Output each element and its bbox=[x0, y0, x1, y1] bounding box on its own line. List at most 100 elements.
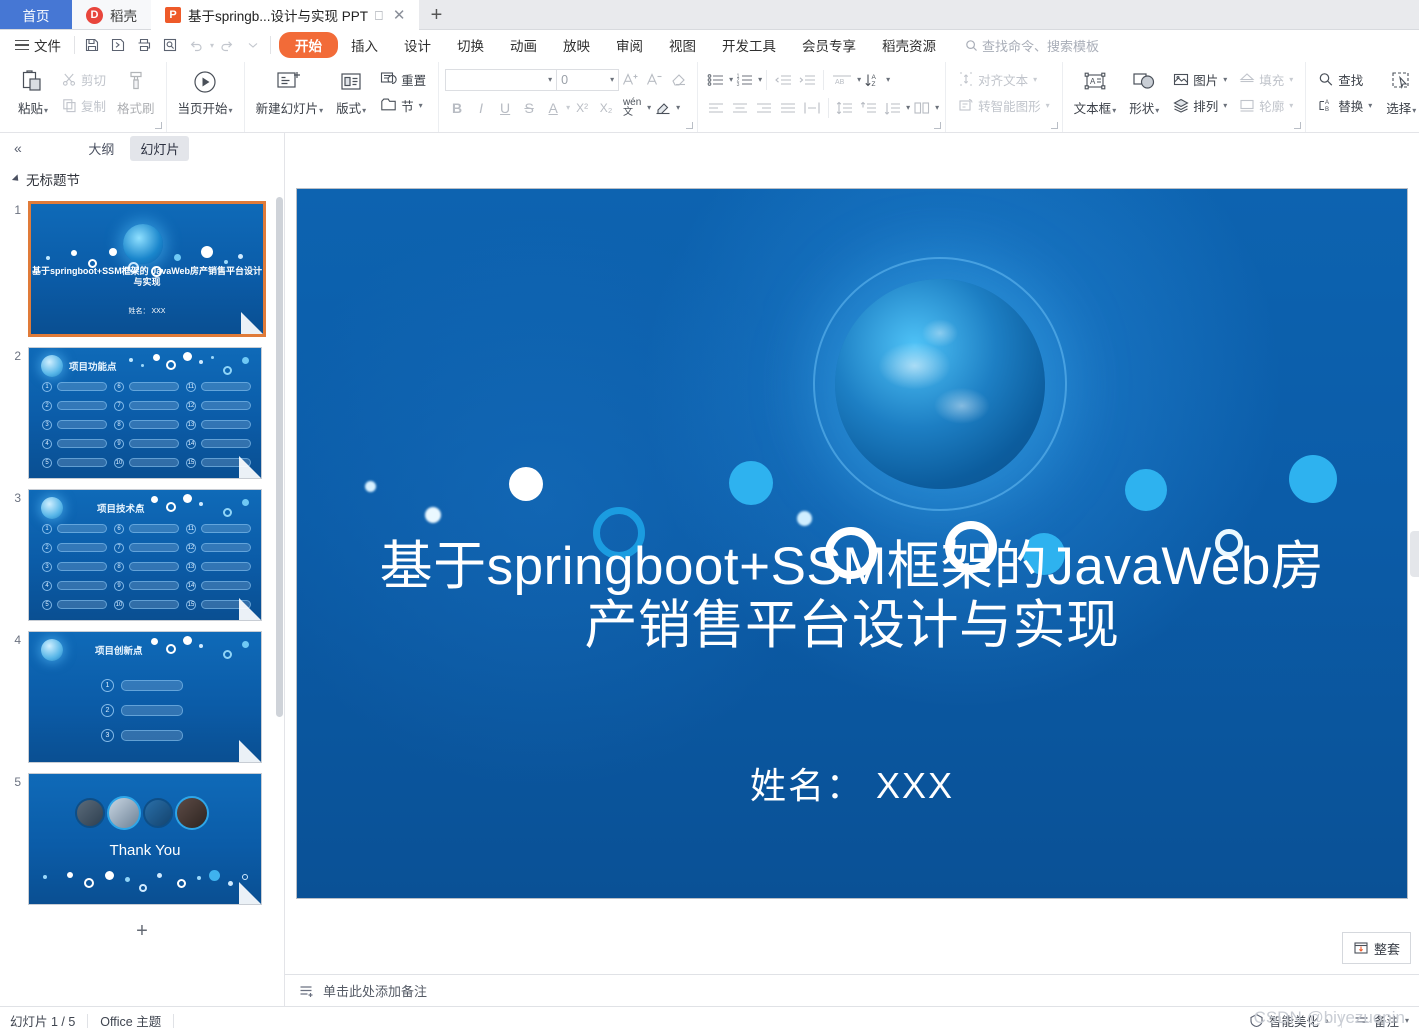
space-after-button[interactable] bbox=[881, 96, 905, 120]
tab-outline[interactable]: 大纲 bbox=[78, 136, 124, 161]
tab-home[interactable]: 首页 bbox=[0, 0, 72, 30]
ribbon-tab-review[interactable]: 审阅 bbox=[603, 32, 656, 58]
notes-bar[interactable]: 单击此处添加备注 bbox=[285, 974, 1419, 1006]
replace-button[interactable]: A B 替换 ▾ bbox=[1312, 92, 1378, 118]
justify-button[interactable] bbox=[776, 96, 800, 120]
increase-indent-button[interactable] bbox=[795, 68, 819, 92]
fill-button[interactable]: 填充 ▾ bbox=[1233, 66, 1299, 92]
increase-font-size-button[interactable] bbox=[619, 68, 643, 92]
clipboard-dialog-launcher[interactable] bbox=[154, 122, 162, 129]
find-button[interactable]: 查找 bbox=[1312, 66, 1378, 92]
textalign-dialog-launcher[interactable] bbox=[1050, 122, 1058, 129]
tab-document[interactable]: P 基于springb...设计与实现 PPT ⎕ ✕ bbox=[151, 0, 420, 30]
ribbon-tab-member[interactable]: 会员专享 bbox=[789, 32, 869, 58]
italic-button[interactable]: I bbox=[469, 96, 493, 120]
select-button[interactable]: 选择▾ bbox=[1378, 64, 1419, 120]
slide-thumbnail-5[interactable]: 5 Thank You bbox=[0, 769, 284, 911]
font-family-select[interactable]: ▾ bbox=[445, 68, 558, 91]
align-text-button[interactable]: 对齐文本 ▾ bbox=[952, 66, 1056, 92]
textbox-button[interactable]: A 文本框▾ bbox=[1069, 64, 1122, 120]
columns-dropdown-icon[interactable]: ▾ bbox=[935, 103, 939, 112]
collapse-panel-button[interactable]: « bbox=[8, 140, 28, 156]
superscript-button[interactable]: X² bbox=[570, 96, 594, 120]
section-header[interactable]: 无标题节 bbox=[0, 163, 284, 195]
right-panel-handle[interactable] bbox=[1410, 530, 1419, 577]
line-spacing-button[interactable] bbox=[833, 96, 857, 120]
slide-counter[interactable]: 幻灯片 1 / 5 bbox=[10, 1011, 75, 1030]
panel-scrollbar[interactable] bbox=[276, 197, 283, 717]
paragraph-dialog-launcher[interactable] bbox=[934, 122, 942, 129]
beautify-button[interactable]: 智能美化 ▴ bbox=[1249, 1011, 1329, 1030]
clear-format-button[interactable] bbox=[667, 68, 691, 92]
reset-button[interactable]: 重置 bbox=[374, 66, 432, 92]
font-color-button[interactable]: A bbox=[541, 96, 565, 120]
decrease-font-size-button[interactable] bbox=[643, 68, 667, 92]
paste-button[interactable]: 粘贴▾ bbox=[10, 64, 56, 120]
file-menu-button[interactable]: 文件 bbox=[6, 35, 70, 55]
underline-button[interactable]: U bbox=[493, 96, 517, 120]
notes-toggle-button[interactable]: 备注 ▾ bbox=[1354, 1011, 1409, 1030]
font-size-select[interactable]: 0 ▾ bbox=[557, 68, 620, 91]
save-as-icon[interactable] bbox=[105, 33, 131, 57]
start-from-current-button[interactable]: 当页开始▾ bbox=[173, 64, 238, 120]
tab-slides[interactable]: 幻灯片 bbox=[130, 135, 190, 161]
text-direction-button[interactable]: AB bbox=[828, 68, 856, 92]
layout-button[interactable]: 版式▾ bbox=[328, 64, 374, 120]
print-preview-icon[interactable] bbox=[157, 33, 183, 57]
chevron-down-icon[interactable]: ▾ bbox=[1405, 1016, 1409, 1025]
undo-icon[interactable] bbox=[183, 33, 209, 57]
pinyin-guide-button[interactable]: wén 文 bbox=[618, 96, 646, 120]
slide-thumbnail-1[interactable]: 1 基于springboot+SSM框架的 JavaWeb房产销售平台设计与实现… bbox=[0, 197, 284, 343]
space-before-button[interactable] bbox=[857, 96, 881, 120]
sort-dropdown-icon[interactable]: ▾ bbox=[886, 75, 890, 84]
tab-close-icon[interactable]: ✕ bbox=[393, 8, 406, 23]
zhengtao-button[interactable]: 整套 bbox=[1341, 932, 1411, 964]
strikethrough-button[interactable]: S bbox=[517, 96, 541, 120]
bullets-button[interactable] bbox=[704, 68, 728, 92]
cut-button[interactable]: 剪切 bbox=[56, 66, 112, 92]
subscript-button[interactable]: X₂ bbox=[594, 96, 618, 120]
ribbon-tab-developer[interactable]: 开发工具 bbox=[709, 32, 789, 58]
ribbon-tab-animation[interactable]: 动画 bbox=[497, 32, 550, 58]
theme-name[interactable]: Office 主题 bbox=[100, 1011, 161, 1030]
decrease-indent-button[interactable] bbox=[771, 68, 795, 92]
highlight-dropdown-icon[interactable]: ▾ bbox=[676, 103, 680, 112]
arrange-button[interactable]: 排列 ▾ bbox=[1167, 92, 1233, 118]
ribbon-tab-insert[interactable]: 插入 bbox=[338, 32, 391, 58]
command-search[interactable]: 查找命令、搜索模板 bbox=[965, 36, 1099, 55]
slide-thumbnail-2[interactable]: 2 项目功能点 1 2 3 4 5 6 7 8 9 10 11 12 13 14… bbox=[0, 343, 284, 485]
customize-qat-icon[interactable] bbox=[240, 33, 266, 57]
highlight-button[interactable] bbox=[651, 96, 675, 120]
slide-thumbnails[interactable]: 1 基于springboot+SSM框架的 JavaWeb房产销售平台设计与实现… bbox=[0, 195, 284, 1006]
new-tab-button[interactable]: + bbox=[419, 0, 453, 30]
ribbon-tab-slideshow[interactable]: 放映 bbox=[550, 32, 603, 58]
tab-daoke[interactable]: D 稻壳 bbox=[72, 0, 151, 30]
tab-presentation-mode-icon[interactable]: ⎕ bbox=[375, 9, 383, 22]
ribbon-tab-transition[interactable]: 切换 bbox=[444, 32, 497, 58]
redo-icon[interactable] bbox=[214, 33, 240, 57]
save-icon[interactable] bbox=[79, 33, 105, 57]
slide-thumbnail-3[interactable]: 3 项目技术点 1 2 3 4 5 6 7 8 9 10 11 12 13 14… bbox=[0, 485, 284, 627]
slide-title[interactable]: 基于springboot+SSM框架的JavaWeb房产销售平台设计与实现 bbox=[297, 537, 1407, 656]
ribbon-tab-view[interactable]: 视图 bbox=[656, 32, 709, 58]
print-icon[interactable] bbox=[131, 33, 157, 57]
slide-subtitle[interactable]: 姓名： XXX bbox=[297, 757, 1407, 809]
picture-button[interactable]: 图片 ▾ bbox=[1167, 66, 1233, 92]
columns-button[interactable] bbox=[910, 96, 934, 120]
slide-canvas[interactable]: 基于springboot+SSM框架的JavaWeb房产销售平台设计与实现 姓名… bbox=[296, 188, 1408, 899]
slide-thumbnail-4[interactable]: 4 项目创新点 1 2 3 bbox=[0, 627, 284, 769]
align-center-button[interactable] bbox=[728, 96, 752, 120]
new-slide-button[interactable]: 新建幻灯片▾ bbox=[251, 64, 329, 120]
section-button[interactable]: 节 ▾ bbox=[374, 92, 432, 118]
bold-button[interactable]: B bbox=[445, 96, 469, 120]
canvas-area[interactable]: 基于springboot+SSM框架的JavaWeb房产销售平台设计与实现 姓名… bbox=[285, 133, 1419, 974]
convert-to-smartart-button[interactable]: 转智能图形 ▾ bbox=[952, 92, 1056, 118]
align-left-button[interactable] bbox=[704, 96, 728, 120]
ribbon-tab-design[interactable]: 设计 bbox=[391, 32, 444, 58]
numbering-dropdown-icon[interactable]: ▾ bbox=[758, 75, 762, 84]
ribbon-tab-start[interactable]: 开始 bbox=[279, 32, 339, 58]
font-dialog-launcher[interactable] bbox=[686, 122, 694, 129]
ribbon-tab-resources[interactable]: 稻壳资源 bbox=[869, 32, 949, 58]
outline-button[interactable]: 轮廓 ▾ bbox=[1233, 92, 1299, 118]
distribute-button[interactable] bbox=[800, 96, 824, 120]
